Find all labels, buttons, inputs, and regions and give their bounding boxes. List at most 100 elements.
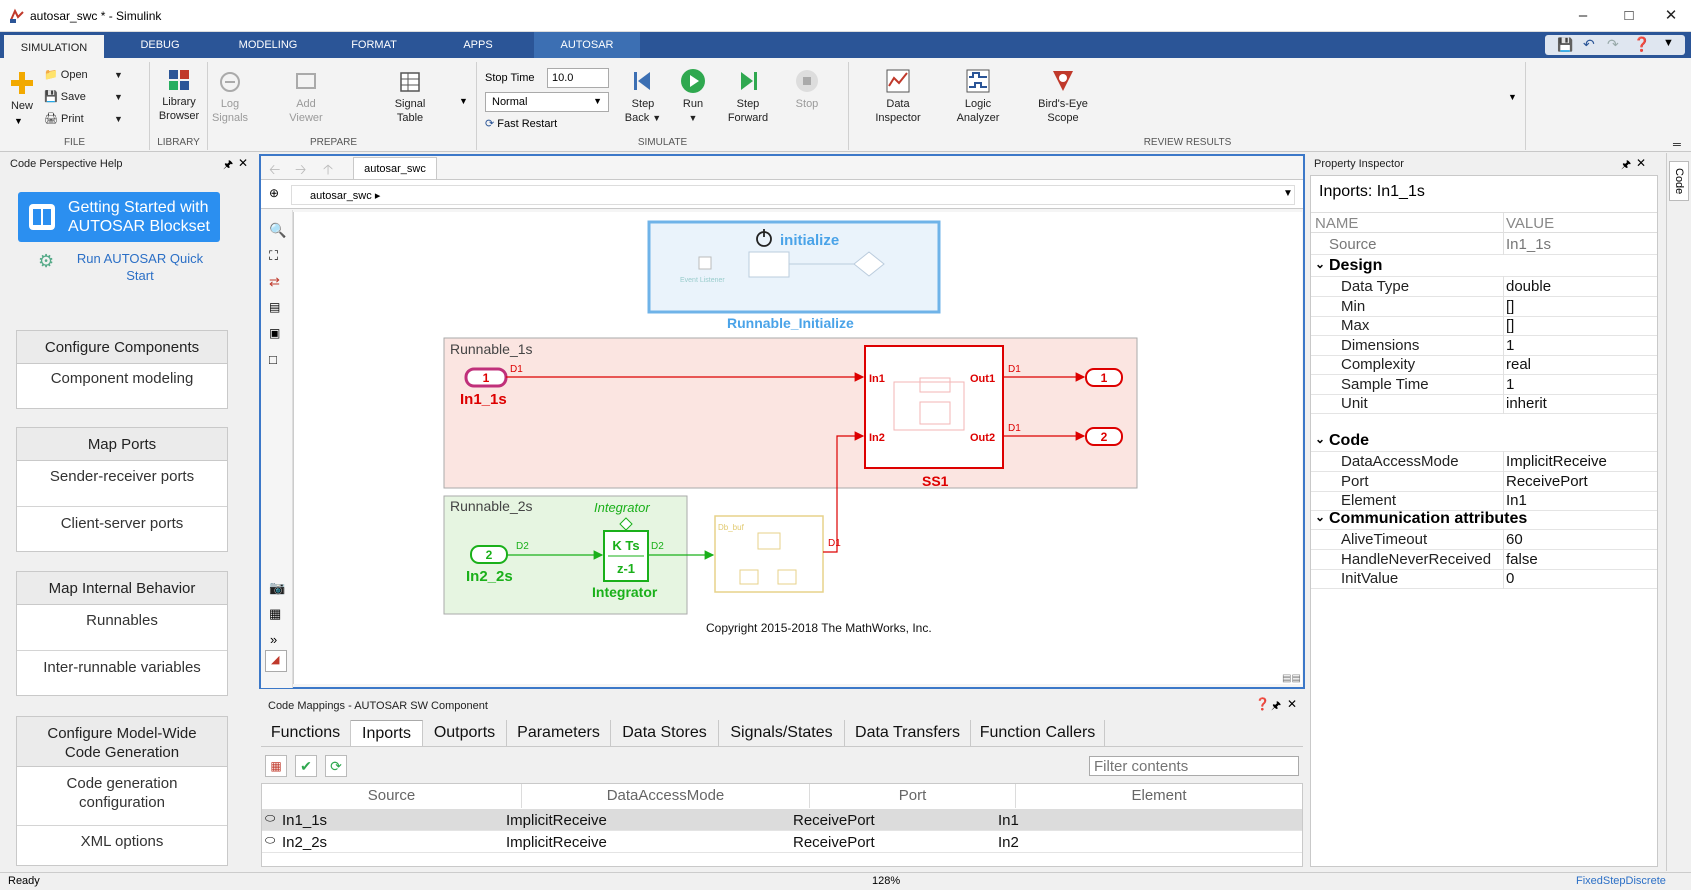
- property-value[interactable]: real: [1506, 356, 1531, 373]
- column-header-element[interactable]: Element: [1016, 784, 1302, 808]
- chevron-down-icon[interactable]: ▼: [1283, 188, 1293, 199]
- runnable-initialize-block[interactable]: initialize Event Listener Runnable_Initi…: [647, 220, 941, 331]
- code-side-tab[interactable]: Code: [1669, 161, 1689, 201]
- property-value[interactable]: ReceivePort: [1506, 473, 1588, 490]
- image-icon[interactable]: ▣: [269, 326, 280, 340]
- outport-2[interactable]: 2: [1085, 427, 1123, 446]
- close-button[interactable]: ✕: [1648, 0, 1691, 32]
- tab-parameters[interactable]: Parameters: [507, 720, 611, 746]
- property-value[interactable]: inherit: [1506, 395, 1547, 412]
- column-header-source[interactable]: Source: [262, 784, 522, 808]
- configure-icon[interactable]: ▦: [265, 755, 287, 777]
- column-header-port[interactable]: Port: [810, 784, 1016, 808]
- collapse-icon[interactable]: ═: [1673, 139, 1681, 151]
- refresh-icon[interactable]: ⟳: [325, 755, 347, 777]
- log-signals-button[interactable]: Log Signals: [205, 70, 255, 125]
- breadcrumb-item[interactable]: autosar_swc: [310, 190, 372, 202]
- tab-outports[interactable]: Outports: [423, 720, 507, 746]
- client-server-ports-link[interactable]: Client-server ports: [17, 506, 227, 551]
- add-viewer-button[interactable]: Add Viewer: [281, 70, 331, 125]
- outport-1[interactable]: 1: [1085, 368, 1123, 387]
- stop-time-input[interactable]: 10.0: [547, 68, 609, 88]
- code-generation-configuration-link[interactable]: Code generation configuration: [17, 767, 227, 825]
- column-header-data-access-mode[interactable]: DataAccessMode: [522, 784, 810, 808]
- chevron-down-icon[interactable]: ▼: [1508, 92, 1517, 102]
- fast-restart-toggle[interactable]: ⟳ Fast Restart: [485, 117, 557, 130]
- new-button[interactable]: New: [6, 70, 38, 113]
- model-tab[interactable]: autosar_swc: [353, 157, 437, 179]
- birds-eye-scope-button[interactable]: Bird's-Eye Scope: [1028, 68, 1098, 125]
- maximize-button[interactable]: □: [1606, 0, 1652, 32]
- fit-to-view-icon[interactable]: ⛶: [269, 248, 278, 264]
- minimize-button[interactable]: –: [1560, 0, 1606, 32]
- table-row[interactable]: ⬭ In1_1s ImplicitReceive ReceivePort In1: [262, 809, 1302, 831]
- hide-browser-icon[interactable]: ⊕: [269, 186, 279, 200]
- property-row[interactable]: Port ReceivePort: [1311, 470, 1657, 492]
- tab-apps[interactable]: APPS: [430, 32, 526, 58]
- area-icon[interactable]: □: [269, 352, 277, 367]
- status-solver[interactable]: FixedStepDiscrete: [1576, 875, 1666, 887]
- property-value[interactable]: ImplicitReceive: [1506, 453, 1607, 470]
- run-button[interactable]: Run ▼: [673, 68, 713, 125]
- save-quick-icon[interactable]: 💾: [1557, 37, 1573, 53]
- property-row[interactable]: InitValue 0: [1311, 568, 1657, 589]
- property-row[interactable]: Max []: [1311, 315, 1657, 336]
- pin-icon[interactable]: 🖈: [1271, 697, 1281, 716]
- model-browser-icon[interactable]: ▦: [269, 606, 281, 622]
- property-value[interactable]: 1: [1506, 337, 1514, 354]
- property-value[interactable]: []: [1506, 317, 1514, 334]
- tab-debug[interactable]: DEBUG: [112, 32, 208, 58]
- expand-palette-icon[interactable]: »: [270, 632, 277, 647]
- pin-icon[interactable]: 🖈: [1621, 156, 1631, 175]
- tab-inports[interactable]: Inports: [351, 720, 423, 746]
- property-row[interactable]: DataAccessMode ImplicitReceive: [1311, 451, 1657, 472]
- property-value[interactable]: 0: [1506, 570, 1514, 587]
- pin-icon[interactable]: 🖈: [223, 156, 233, 175]
- zoom-icon[interactable]: 🔍: [269, 222, 286, 239]
- db-buf-block[interactable]: Db_buf: [714, 515, 824, 593]
- category-code[interactable]: ⌄ Code: [1311, 431, 1657, 452]
- property-value[interactable]: []: [1506, 298, 1514, 315]
- tab-simulation[interactable]: SIMULATION: [4, 32, 104, 58]
- annotation-icon[interactable]: ▤: [269, 300, 280, 314]
- getting-started-button[interactable]: Getting Started with AUTOSAR Blockset: [18, 192, 220, 242]
- print-button[interactable]: 🖨 Print ▼: [44, 112, 134, 126]
- chevron-down-icon[interactable]: ▼: [459, 96, 468, 106]
- property-value[interactable]: 1: [1506, 376, 1514, 393]
- tab-function-callers[interactable]: Function Callers: [971, 720, 1105, 746]
- table-cell[interactable]: In2: [998, 831, 1019, 854]
- logic-analyzer-button[interactable]: Logic Analyzer: [950, 68, 1006, 125]
- property-value[interactable]: double: [1506, 278, 1551, 295]
- tab-format[interactable]: FORMAT: [326, 32, 422, 58]
- property-row[interactable]: Element In1: [1311, 490, 1657, 511]
- tab-autosar[interactable]: AUTOSAR: [534, 32, 640, 58]
- property-row[interactable]: Min []: [1311, 295, 1657, 317]
- tab-signals-states[interactable]: Signals/States: [719, 720, 845, 746]
- step-forward-button[interactable]: Step Forward: [723, 68, 773, 125]
- table-cell[interactable]: In1: [998, 809, 1019, 832]
- xml-options-link[interactable]: XML options: [17, 825, 227, 865]
- property-row[interactable]: Data Type double: [1311, 276, 1657, 297]
- undo-icon[interactable]: ↶: [1583, 36, 1595, 53]
- property-row[interactable]: Complexity real: [1311, 354, 1657, 375]
- help-icon[interactable]: ❓: [1633, 36, 1650, 53]
- model-canvas[interactable]: initialize Event Listener Runnable_Initi…: [293, 212, 1302, 684]
- save-button[interactable]: 💾 Save ▼: [44, 90, 134, 104]
- resize-grip-icon[interactable]: ▤▤: [1282, 673, 1301, 684]
- component-modeling-link[interactable]: Component modeling: [17, 364, 227, 408]
- table-cell[interactable]: ImplicitReceive: [506, 831, 607, 854]
- property-row[interactable]: HandleNeverReceived false: [1311, 548, 1657, 570]
- property-row[interactable]: AliveTimeout 60: [1311, 529, 1657, 550]
- property-row[interactable]: Unit inherit: [1311, 393, 1657, 414]
- close-icon[interactable]: ✕: [1287, 697, 1297, 711]
- table-cell[interactable]: ImplicitReceive: [506, 809, 607, 832]
- runnable-1s-area[interactable]: Runnable_1s: [443, 337, 1138, 489]
- category-communication-attributes[interactable]: ⌄ Communication attributes: [1311, 509, 1657, 530]
- redo-icon[interactable]: ↷: [1607, 36, 1619, 53]
- table-row[interactable]: ⬭ In2_2s ImplicitReceive ReceivePort In2: [262, 831, 1302, 853]
- property-row[interactable]: Sample Time 1: [1311, 373, 1657, 395]
- tab-functions[interactable]: Functions: [261, 720, 351, 746]
- chevron-down-icon[interactable]: ▼: [14, 116, 23, 126]
- run-quick-start-link[interactable]: Run AUTOSAR Quick Start: [60, 250, 220, 284]
- tab-data-stores[interactable]: Data Stores: [611, 720, 719, 746]
